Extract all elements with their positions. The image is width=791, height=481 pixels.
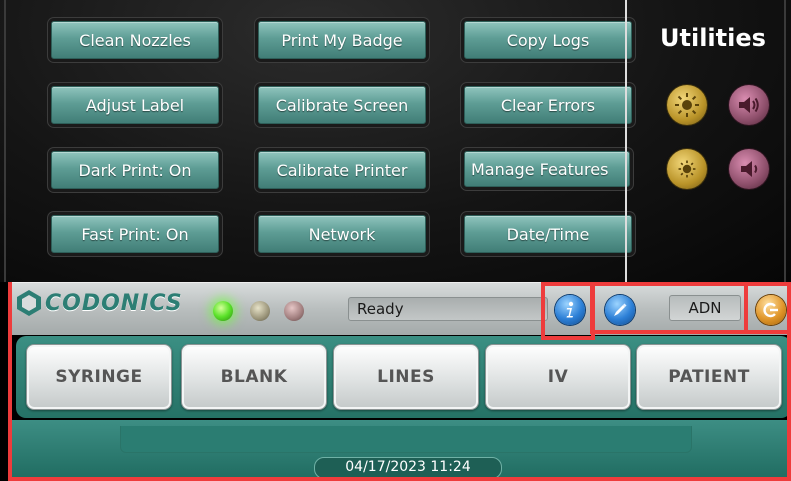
volume-down-icon[interactable] — [729, 149, 769, 189]
highlight-box-logout — [744, 282, 791, 334]
brightness-up-icon[interactable] — [667, 85, 707, 125]
brightness-down-icon[interactable] — [667, 149, 707, 189]
dark-print-toggle-button[interactable]: Dark Print: On — [51, 151, 219, 189]
frame-edge-right — [784, 0, 786, 282]
adjust-label-button[interactable]: Adjust Label — [51, 86, 219, 124]
clean-nozzles-button[interactable]: Clean Nozzles — [51, 21, 219, 59]
print-my-badge-button[interactable]: Print My Badge — [258, 21, 426, 59]
utilities-panel: Clean Nozzles Print My Badge Copy Logs A… — [0, 0, 791, 282]
clear-errors-button[interactable]: Clear Errors — [464, 86, 632, 124]
utilities-title: Utilities — [660, 24, 766, 52]
calibrate-printer-button[interactable]: Calibrate Printer — [258, 151, 426, 189]
highlight-box-info — [541, 282, 595, 340]
highlight-box-utilities — [590, 282, 748, 334]
date-time-button[interactable]: Date/Time — [464, 215, 632, 253]
frame-edge-left — [4, 0, 6, 282]
calibrate-screen-button[interactable]: Calibrate Screen — [258, 86, 426, 124]
fast-print-toggle-button[interactable]: Fast Print: On — [51, 215, 219, 253]
manage-features-button[interactable]: Manage Features — [464, 151, 630, 187]
volume-up-icon[interactable] — [729, 85, 769, 125]
copy-logs-button[interactable]: Copy Logs — [464, 21, 632, 59]
callout-pointer-line — [625, 0, 627, 292]
network-button[interactable]: Network — [258, 215, 426, 253]
